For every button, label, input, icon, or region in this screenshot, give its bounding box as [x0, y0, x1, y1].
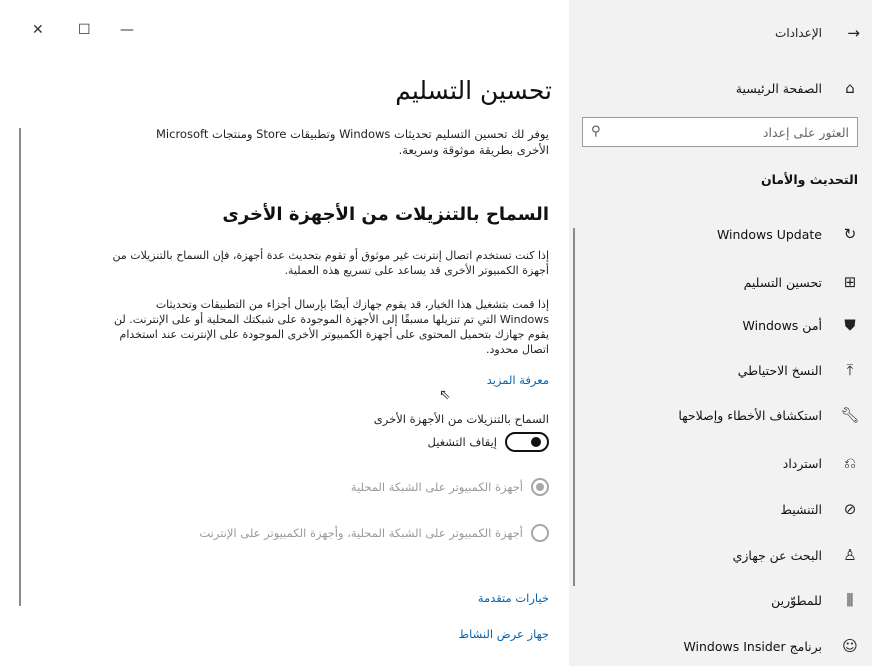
content-scrollbar[interactable] — [19, 128, 21, 606]
sidebar-item-label: برنامج Windows Insider — [683, 638, 822, 654]
sidebar-item-find-my-device[interactable]: ♙ البحث عن جهازي — [569, 535, 872, 575]
sidebar-item-label: تحسين التسليم — [743, 274, 822, 290]
sidebar-item-label: أمن Windows — [742, 317, 822, 333]
sidebar-item-recovery[interactable]: ⎌ استرداد — [569, 443, 872, 483]
sidebar-item-label: Windows Update — [716, 226, 822, 242]
back-row: → الإعدادات — [569, 0, 872, 64]
sidebar-item-label: للمطوّرين — [771, 592, 822, 608]
radio-button[interactable] — [531, 524, 549, 542]
sidebar-item-label: استرداد — [782, 455, 822, 471]
app-title: الإعدادات — [775, 26, 822, 40]
settings-sidebar: → الإعدادات ⌂ الصفحة الرئيسية ⚲ التحديث … — [569, 0, 872, 666]
section-subtitle: السماح بالتنزيلات من الأجهزة الأخرى — [222, 204, 549, 225]
toggle-state-label: إيقاف التشغيل — [427, 435, 497, 449]
sidebar-item-backup[interactable]: ⤒ النسخ الاحتياطي — [569, 350, 872, 390]
search-input[interactable] — [609, 118, 849, 146]
toggle-knob — [531, 437, 541, 447]
sidebar-item-windows-insider[interactable]: ☺ برنامج Windows Insider — [569, 626, 872, 666]
backup-icon: ⤒ — [846, 361, 854, 379]
radio-label: أجهزة الكمبيوتر على الشبكة المحلية — [350, 480, 523, 494]
arrow-right-icon[interactable]: → — [847, 24, 860, 42]
maximize-button[interactable]: ☐ — [78, 22, 91, 38]
learn-more-link[interactable]: معرفة المزيد — [487, 373, 549, 387]
radio-local-and-internet[interactable]: أجهزة الكمبيوتر على الشبكة المحلية، وأجه… — [199, 524, 549, 542]
check-circle-icon: ⊘ — [843, 500, 857, 518]
sidebar-item-windows-security[interactable]: ⛊ أمن Windows — [569, 305, 872, 345]
delivery-icon: ⊞ — [843, 273, 857, 291]
shield-icon: ⛊ — [844, 316, 856, 334]
allow-downloads-toggle-row[interactable]: إيقاف التشغيل — [428, 432, 549, 452]
mouse-cursor-icon: ⇖ — [439, 387, 451, 403]
close-button[interactable]: ✕ — [32, 22, 44, 38]
sidebar-scrollbar[interactable] — [573, 228, 575, 586]
activity-monitor-link[interactable]: جهاز عرض النشاط — [459, 627, 549, 641]
sidebar-item-windows-update[interactable]: ↻ Windows Update — [569, 214, 872, 254]
sidebar-item-for-developers[interactable]: ⫼ للمطوّرين — [569, 580, 872, 620]
allow-downloads-toggle[interactable] — [505, 432, 549, 452]
sidebar-item-activation[interactable]: ⊘ التنشيط — [569, 489, 872, 529]
section-title: التحديث والأمان — [760, 172, 858, 187]
search-box[interactable]: ⚲ — [582, 117, 858, 147]
main-content: ✕ ☐ — تحسين التسليم يوفر لك تحسين التسلي… — [0, 0, 569, 666]
sidebar-item-home[interactable]: ⌂ الصفحة الرئيسية — [569, 68, 872, 108]
page-title: تحسين التسليم — [395, 76, 552, 105]
search-icon[interactable]: ⚲ — [591, 124, 601, 139]
recovery-icon: ⎌ — [843, 454, 856, 472]
sidebar-item-delivery-optimization[interactable]: ⊞ تحسين التسليم — [569, 262, 872, 302]
radio-label: أجهزة الكمبيوتر على الشبكة المحلية، وأجه… — [199, 526, 523, 540]
cat-icon: ☺ — [842, 637, 858, 655]
wrench-icon: 🔧︎ — [840, 406, 860, 424]
sidebar-item-label: التنشيط — [780, 501, 822, 517]
sidebar-item-label: النسخ الاحتياطي — [737, 362, 822, 378]
sidebar-item-troubleshoot[interactable]: 🔧︎ استكشاف الأخطاء وإصلاحها — [569, 395, 872, 435]
paragraph-1: إذا كنت تستخدم اتصال إنترنت غير موثوق أو… — [112, 249, 549, 277]
paragraph-2: إذا قمت بتشغيل هذا الخيار، قد يقوم جهازك… — [114, 298, 549, 356]
toggle-label: السماح بالتنزيلات من الأجهزة الأخرى — [373, 412, 549, 426]
sidebar-item-label: استكشاف الأخطاء وإصلاحها — [678, 407, 822, 423]
sidebar-item-label: الصفحة الرئيسية — [735, 80, 822, 96]
radio-button-checked[interactable] — [531, 478, 549, 496]
refresh-icon: ↻ — [843, 225, 857, 243]
radio-local-network[interactable]: أجهزة الكمبيوتر على الشبكة المحلية — [351, 478, 549, 496]
sidebar-item-label: البحث عن جهازي — [732, 547, 822, 563]
minimize-button[interactable]: — — [120, 22, 134, 38]
advanced-options-link[interactable]: خيارات متقدمة — [478, 591, 549, 605]
page-description: يوفر لك تحسين التسليم تحديثات Windows وت… — [156, 127, 549, 157]
tools-icon: ⫼ — [846, 591, 854, 609]
home-icon: ⌂ — [845, 79, 855, 97]
person-location-icon: ♙ — [843, 546, 857, 564]
